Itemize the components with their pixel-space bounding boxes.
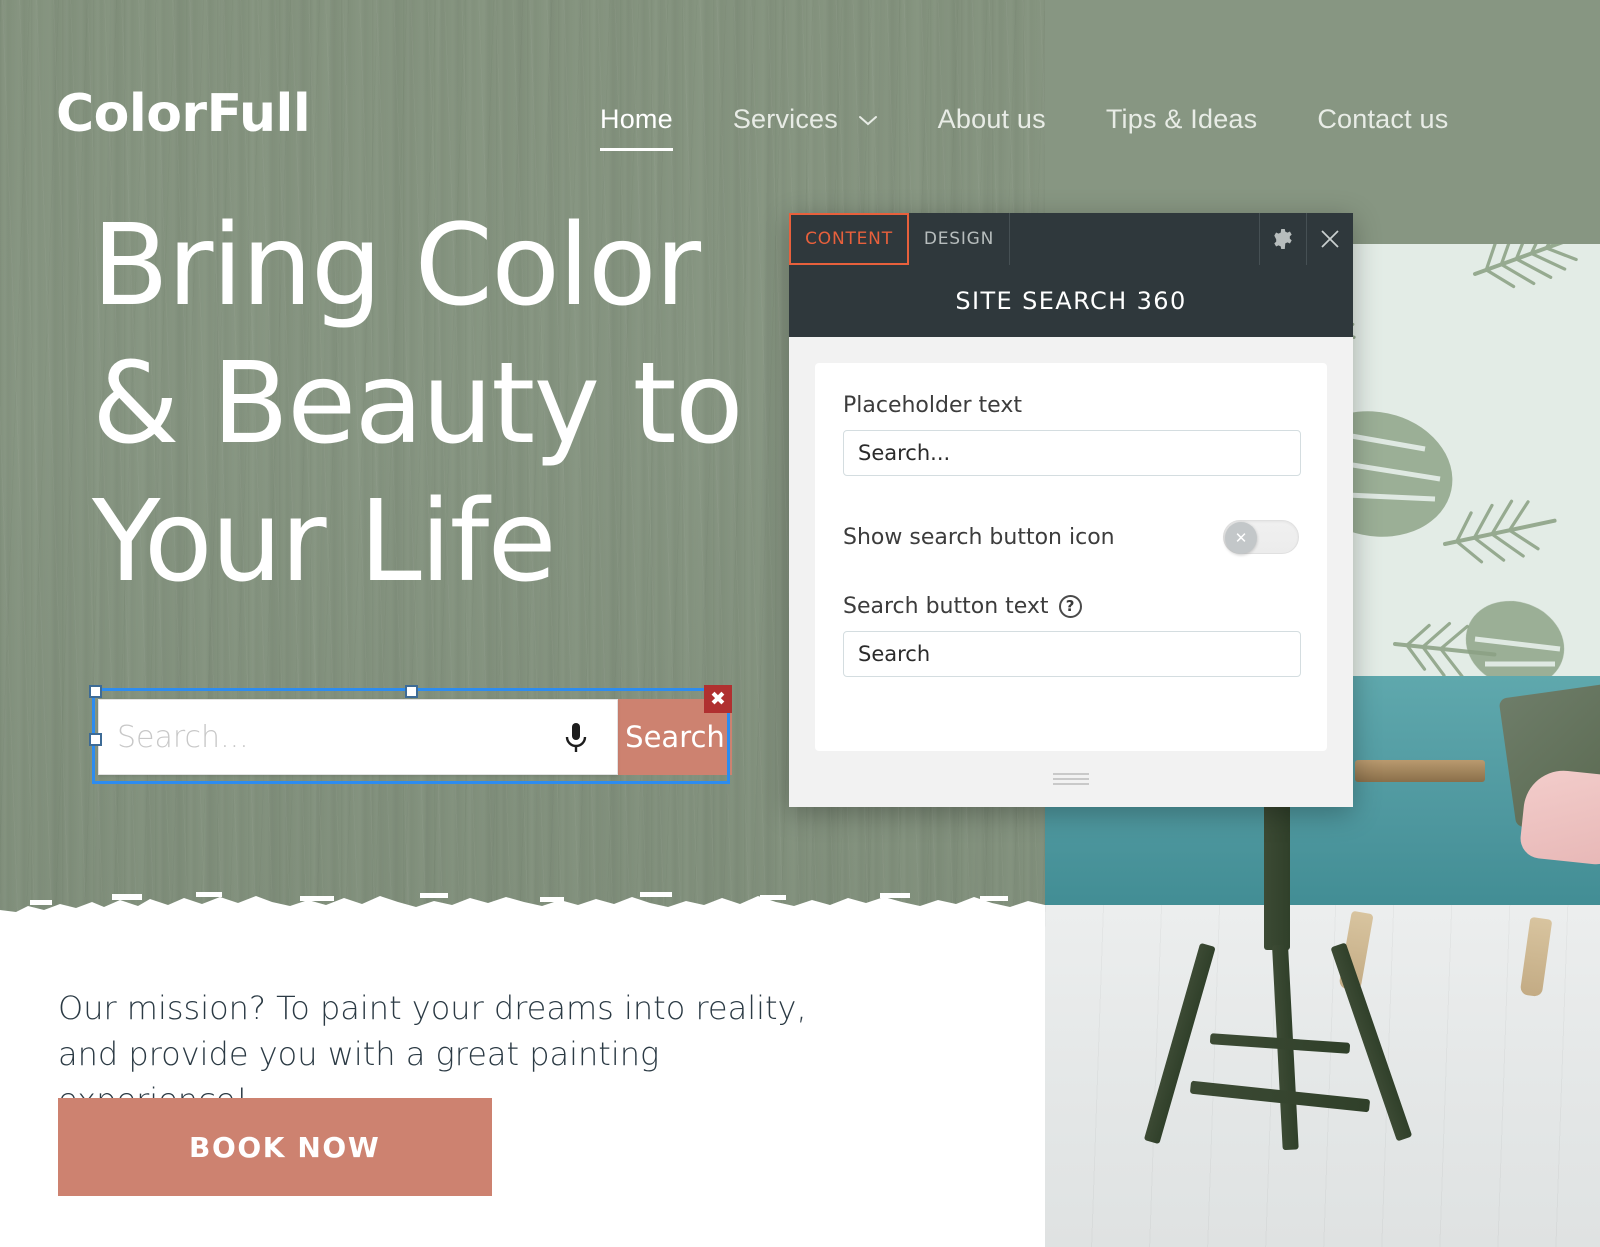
chevron-down-icon (858, 104, 878, 135)
show-search-button-icon-row: Show search button icon ✕ (843, 520, 1299, 554)
nav-item-home[interactable]: Home (570, 100, 703, 151)
gear-icon[interactable] (1259, 213, 1306, 265)
mission-section: Our mission? To paint your dreams into r… (0, 915, 1045, 1247)
show-search-button-icon-toggle[interactable]: ✕ (1223, 520, 1299, 554)
search-input[interactable]: Search... (98, 699, 618, 775)
microphone-icon[interactable] (561, 720, 591, 754)
hero-headline: Bring Color & Beauty to Your Life (92, 198, 852, 611)
book-now-button[interactable]: BOOK NOW (58, 1098, 492, 1196)
nav-item-services[interactable]: Services (703, 100, 908, 139)
tab-content[interactable]: CONTENT (789, 213, 909, 265)
nav-item-about-us-label: About us (937, 104, 1046, 134)
search-button-text-value: Search (858, 642, 931, 666)
brush-stroke-divider (0, 880, 1045, 928)
search-button-text-label-text: Search button text (843, 594, 1049, 619)
help-icon[interactable]: ? (1058, 595, 1082, 618)
show-search-button-icon-label: Show search button icon (843, 524, 1115, 550)
nav-item-home-label: Home (600, 104, 673, 134)
headline-line-1: Bring Color (92, 201, 701, 331)
resize-handle-middle-left[interactable] (89, 733, 102, 746)
nav-item-services-label: Services (732, 104, 838, 134)
nav-item-tips-ideas[interactable]: Tips & Ideas (1076, 100, 1287, 139)
page-root: ColorFull Home Services About us Tips & … (0, 0, 1600, 1247)
panel-footer (789, 753, 1353, 807)
settings-card: Placeholder text Search... Show search b… (815, 363, 1327, 751)
delete-widget-button[interactable]: ✖ (704, 685, 732, 713)
panel-tab-bar: CONTENT DESIGN (789, 213, 1353, 265)
site-logo[interactable]: ColorFull (56, 88, 311, 140)
green-tripod-lamp (1143, 800, 1413, 1151)
toggle-knob: ✕ (1225, 522, 1257, 554)
search-widget-inner: Search... Search (98, 699, 732, 775)
resize-handle-top-left[interactable] (89, 685, 102, 698)
site-navbar: ColorFull Home Services About us Tips & … (0, 0, 1600, 190)
placeholder-text-label-text: Placeholder text (843, 393, 1022, 418)
placeholder-text-input[interactable]: Search... (843, 430, 1301, 476)
resize-handle-top-center[interactable] (405, 685, 418, 698)
site-search-widget[interactable]: Search... Search ✖ (89, 685, 732, 784)
search-input-placeholder: Search... (117, 719, 249, 755)
nav-item-about-us[interactable]: About us (908, 100, 1076, 139)
tab-design[interactable]: DESIGN (909, 213, 1009, 265)
nav-item-tips-ideas-label: Tips & Ideas (1105, 104, 1258, 134)
panel-title: SITE SEARCH 360 (789, 265, 1353, 337)
nav-item-contact-us-label: Contact us (1317, 104, 1449, 134)
search-button-text-label: Search button text ? (843, 594, 1299, 619)
tab-bar-spacer (1009, 213, 1259, 265)
placeholder-text-label: Placeholder text (843, 393, 1299, 418)
search-button-text-input[interactable]: Search (843, 631, 1301, 677)
nav-links: Home Services About us Tips & Ideas Cont… (570, 100, 1478, 151)
headline-line-3: Your Life (92, 476, 557, 607)
nav-item-contact-us[interactable]: Contact us (1287, 100, 1478, 139)
close-icon[interactable] (1306, 213, 1353, 265)
panel-resize-grip[interactable] (1053, 772, 1089, 788)
editor-panel: CONTENT DESIGN SITE SEARCH 360 Placehold… (789, 213, 1353, 807)
side-table (1355, 760, 1485, 782)
placeholder-text-value: Search... (858, 441, 951, 465)
headline-line-2: & Beauty to (92, 338, 744, 469)
panel-body: Placeholder text Search... Show search b… (789, 337, 1353, 807)
